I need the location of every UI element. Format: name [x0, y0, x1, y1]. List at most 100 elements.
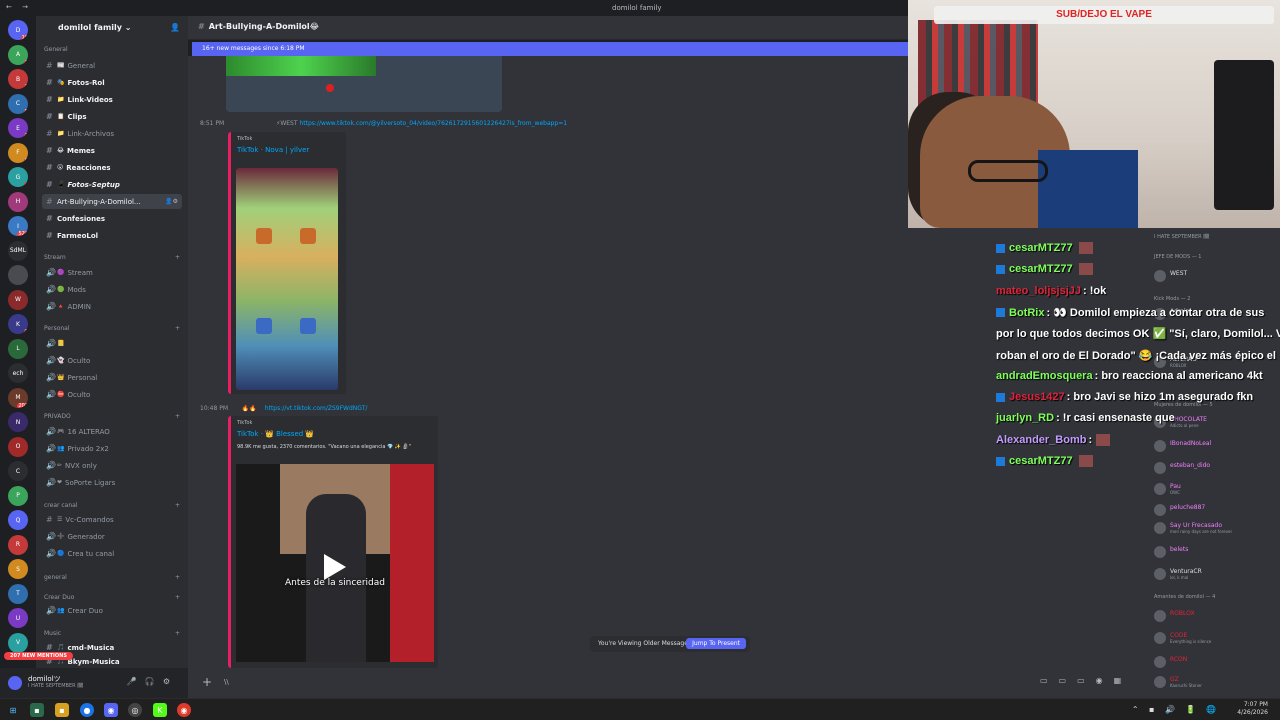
- attach-plus-icon[interactable]: +: [202, 675, 212, 689]
- embed-title[interactable]: TikTok · Nova | yilver: [237, 146, 309, 154]
- embed-video-thumbnail[interactable]: [236, 168, 338, 390]
- channel-nvx-only[interactable]: 🔊 ✏ NVX only: [42, 458, 182, 473]
- channel-alterao[interactable]: 🔊 🎮 16 ALTERAO: [42, 424, 182, 439]
- add-channel-icon[interactable]: +: [175, 574, 180, 581]
- channel-mods[interactable]: 🔊 🟢 Mods: [42, 282, 182, 297]
- channel-unnamed[interactable]: 🔊 📒: [42, 336, 182, 351]
- server-icon[interactable]: O: [8, 436, 28, 457]
- server-icon[interactable]: W: [8, 289, 28, 310]
- channel-fotos-rol[interactable]: # 🎭 Fotos-Rol: [42, 75, 182, 90]
- channel-soporte[interactable]: 🔊 ❤ SoPorte Ligars: [42, 475, 182, 490]
- folder-icon[interactable]: ▪: [55, 703, 69, 717]
- server-icon[interactable]: SdML: [8, 240, 28, 261]
- start-icon[interactable]: ⊞: [6, 703, 20, 717]
- server-icon[interactable]: R: [8, 534, 28, 555]
- avatar[interactable]: [8, 676, 22, 690]
- member-row[interactable]: CODE Everything is silence: [1154, 630, 1278, 644]
- member-row[interactable]: Say Ur Frecasado mon rainy days are not f…: [1154, 520, 1278, 534]
- category-general-2[interactable]: general +: [44, 574, 180, 581]
- member-row[interactable]: peluche887: [1154, 502, 1278, 516]
- member-row[interactable]: RCON: [1154, 654, 1278, 668]
- new-mentions-pill[interactable]: 207 NEW MENTIONS: [4, 652, 73, 660]
- chat-username[interactable]: cesarMTZ77: [1009, 242, 1073, 254]
- member-row[interactable]: Pau OWC: [1154, 481, 1278, 495]
- channel-general[interactable]: # 📰 General: [42, 58, 182, 73]
- category-general[interactable]: General: [44, 46, 180, 53]
- server-icon[interactable]: C5: [8, 93, 28, 114]
- new-messages-bar[interactable]: 16+ new messages since 6:18 PM: [192, 42, 908, 56]
- member-row[interactable]: VenturaCR lol, k mal: [1154, 566, 1278, 580]
- channel-link-archivos[interactable]: # 📁 Link-Archivos: [42, 126, 182, 141]
- video-thumbnail[interactable]: [226, 56, 502, 112]
- add-channel-icon[interactable]: +: [175, 630, 180, 637]
- server-icon[interactable]: K1: [8, 314, 28, 334]
- embed-title[interactable]: TikTok · 👑 Blessed 👑: [237, 430, 314, 438]
- server-icon[interactable]: Q: [8, 510, 28, 530]
- server-icon[interactable]: L: [8, 338, 28, 359]
- channel-fotos-septup[interactable]: # 📱 Fotos-Septup: [42, 177, 182, 192]
- channel-vc-comandos[interactable]: # ☰ Vc-Comandos: [42, 512, 182, 527]
- server-icon[interactable]: F9: [8, 142, 28, 163]
- play-icon[interactable]: [324, 554, 346, 580]
- category-crear-duo[interactable]: Crear Duo +: [44, 594, 180, 601]
- server-icon[interactable]: [8, 265, 28, 285]
- member-row[interactable]: GZ Kaoruchi Stoner: [1154, 674, 1278, 688]
- channel-personal[interactable]: 🔊 👑 Personal: [42, 370, 182, 385]
- server-icon[interactable]: ech: [8, 363, 28, 383]
- chat-username[interactable]: cesarMTZ77: [1009, 455, 1073, 467]
- channel-privado-2x2[interactable]: 🔊 👥 Privado 2x2: [42, 441, 182, 456]
- channel-generador[interactable]: 🔊 ➕ Generador: [42, 529, 182, 544]
- member-row[interactable]: ROBLOX: [1154, 608, 1278, 622]
- channel-stream[interactable]: 🔊 🟣 Stream: [42, 265, 182, 280]
- app-icon[interactable]: ▪: [30, 703, 44, 717]
- channel-confesiones[interactable]: # Confesiones: [42, 211, 182, 226]
- chat-toolbar-icons[interactable]: ▭▭▭◉▦: [1040, 676, 1132, 685]
- message-link[interactable]: https://www.tiktok.com/@yilversoto_04/vi…: [299, 120, 567, 127]
- channel-admin[interactable]: 🔊 🔺 ADMIN: [42, 299, 182, 314]
- channel-link-videos[interactable]: # 📁 Link-Videos: [42, 92, 182, 107]
- server-icon[interactable]: C: [8, 461, 28, 481]
- chat-username[interactable]: mateo_loljsjsjJJ: [996, 285, 1081, 297]
- user-controls[interactable]: 🎤🎧⚙: [127, 677, 178, 686]
- server-name-header[interactable]: domilol family ⌄ 👤: [36, 16, 188, 40]
- channel-settings-icon[interactable]: 👤⚙: [165, 198, 178, 205]
- discord-icon[interactable]: ◉: [104, 703, 118, 717]
- server-icon[interactable]: E1: [8, 118, 28, 138]
- server-icon[interactable]: D 16: [8, 20, 28, 40]
- jump-to-present-button[interactable]: Jump To Present: [686, 638, 746, 649]
- add-member-icon[interactable]: 👤: [170, 23, 180, 32]
- category-music[interactable]: Music +: [44, 630, 180, 637]
- channel-clips[interactable]: # 📋 Clips: [42, 109, 182, 124]
- member-row[interactable]: belets: [1154, 544, 1278, 558]
- server-icon[interactable]: B2: [8, 69, 28, 89]
- channel-memes[interactable]: # 😂 Memes: [42, 143, 182, 158]
- embed-video-player[interactable]: Antes de la sinceridad: [236, 464, 434, 662]
- obs-icon[interactable]: ◉: [177, 703, 191, 717]
- channel-oculto-1[interactable]: 🔊 👻 Oculto: [42, 353, 182, 368]
- browser-icon[interactable]: ●: [80, 703, 94, 717]
- add-channel-icon[interactable]: +: [175, 413, 180, 420]
- channel-crea-canal[interactable]: 🔊 🔵 Crea tu canal: [42, 546, 182, 561]
- category-stream[interactable]: Stream +: [44, 254, 180, 261]
- system-tray[interactable]: ⌃ ▪ 🔊 🔋 🌐: [1132, 705, 1220, 714]
- chat-username[interactable]: juarlyn_RD: [996, 412, 1054, 424]
- chrome-icon[interactable]: ◎: [128, 703, 142, 717]
- channel-farmeolol[interactable]: # FarmeoLol: [42, 228, 182, 243]
- message-link[interactable]: https://vt.tiktok.com/ZS9FWdNGT/: [265, 405, 368, 412]
- add-channel-icon[interactable]: +: [175, 254, 180, 261]
- channel-oculto-2[interactable]: 🔊 ⛔ Oculto: [42, 387, 182, 402]
- channel-reacciones[interactable]: # 😮 Reacciones: [42, 160, 182, 175]
- kick-icon[interactable]: K: [153, 703, 167, 717]
- server-icon[interactable]: P: [8, 485, 28, 506]
- server-icon[interactable]: V: [8, 632, 28, 653]
- history-nav[interactable]: ← →: [6, 3, 32, 11]
- chat-username[interactable]: Jesus1427: [1009, 391, 1065, 403]
- category-personal[interactable]: Personal +: [44, 325, 180, 332]
- server-icon[interactable]: T: [8, 583, 28, 604]
- server-icon[interactable]: S: [8, 559, 28, 579]
- server-icon[interactable]: A3: [8, 44, 28, 65]
- category-privado[interactable]: PRIVADO +: [44, 413, 180, 420]
- channel-art-bullying[interactable]: # Art-Bullying-A-Domilol... 👤⚙: [42, 194, 182, 209]
- server-icon[interactable]: M 207: [8, 387, 28, 408]
- add-channel-icon[interactable]: +: [175, 594, 180, 601]
